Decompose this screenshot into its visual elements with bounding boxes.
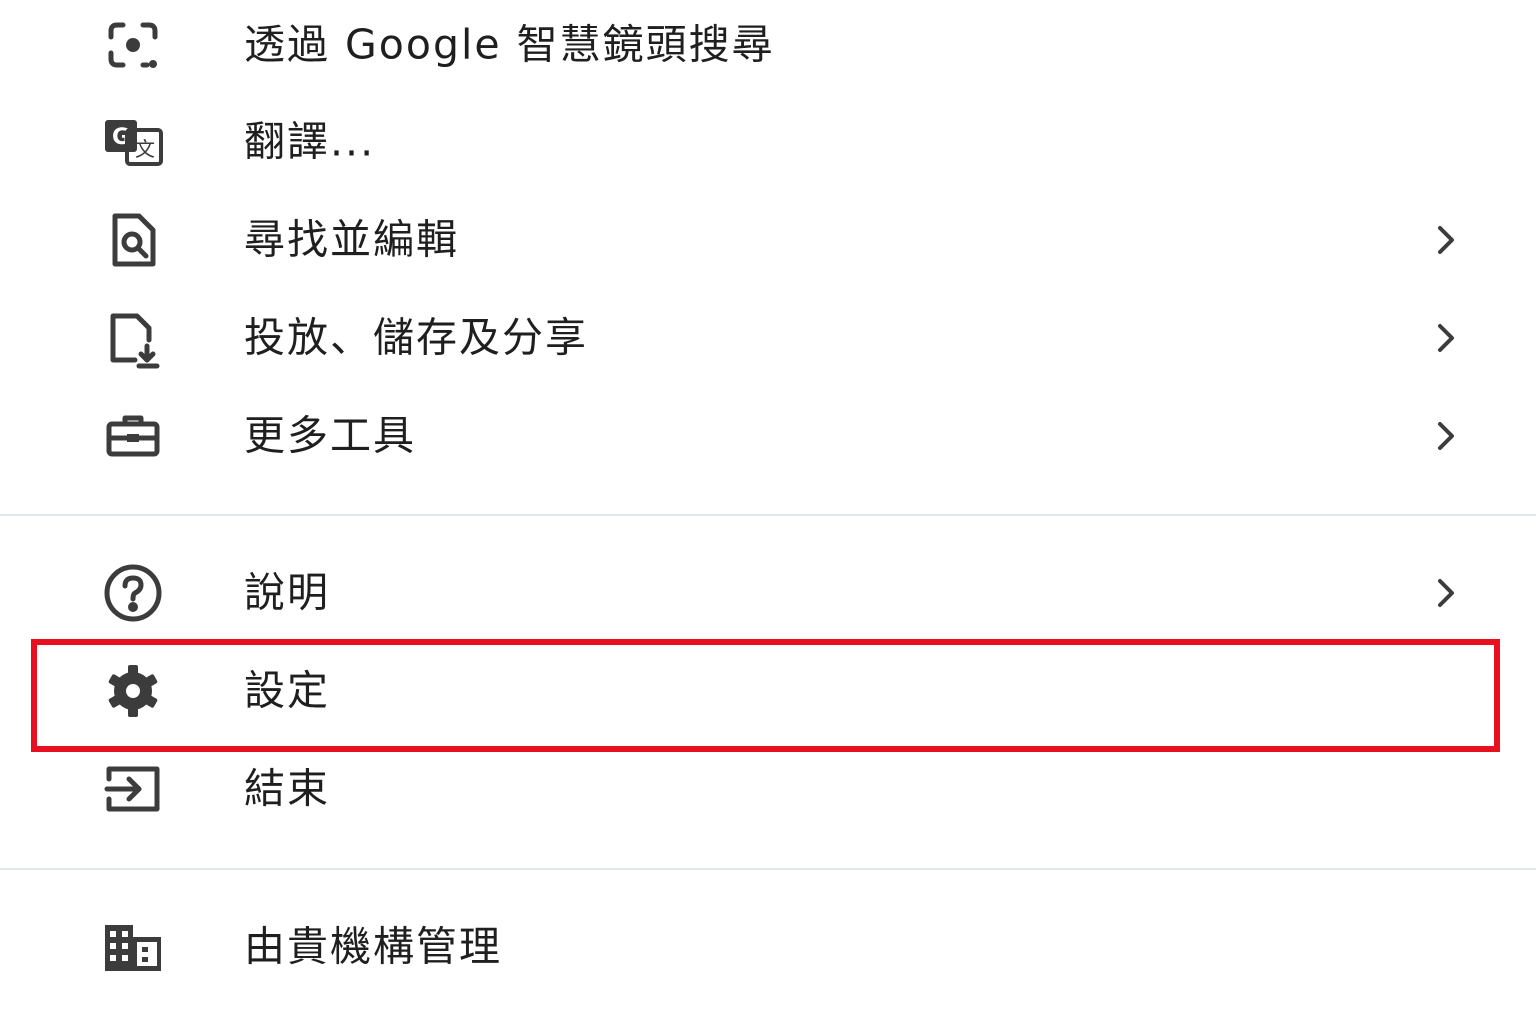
menu-divider: [0, 868, 1536, 870]
menu-item-google-lens[interactable]: 透過 Google 智慧鏡頭搜尋: [0, 0, 1536, 93]
translate-icon: G 文: [101, 110, 165, 174]
google-lens-icon: [101, 13, 165, 77]
menu-divider: [0, 514, 1536, 516]
save-download-icon: [101, 306, 165, 370]
find-in-page-icon: [101, 208, 165, 272]
building-icon: [101, 915, 165, 979]
menu-item-help[interactable]: 說明: [0, 545, 1536, 641]
menu-item-managed-by-organization[interactable]: 由貴機構管理: [0, 899, 1536, 995]
menu-item-label: 尋找並編輯: [244, 215, 459, 264]
menu-item-translate[interactable]: G 文 翻譯...: [0, 94, 1536, 190]
menu-item-label: 更多工具: [244, 411, 416, 460]
svg-text:文: 文: [135, 137, 155, 161]
menu-item-cast-save-share[interactable]: 投放、儲存及分享: [0, 290, 1536, 386]
menu-item-label: 翻譯...: [244, 117, 376, 166]
chevron-right-icon: [1426, 220, 1466, 260]
menu-item-label: 透過 Google 智慧鏡頭搜尋: [244, 20, 775, 69]
chrome-menu: 透過 Google 智慧鏡頭搜尋 G 文 翻譯... 尋找並編輯 投放、儲存及分…: [0, 0, 1536, 1024]
menu-item-more-tools[interactable]: 更多工具: [0, 388, 1536, 484]
menu-item-settings[interactable]: 設定: [0, 643, 1536, 739]
chevron-right-icon: [1426, 573, 1466, 613]
chevron-right-icon: [1426, 318, 1466, 358]
menu-item-label: 結束: [244, 764, 330, 813]
menu-item-exit[interactable]: 結束: [0, 741, 1536, 837]
menu-item-label: 由貴機構管理: [244, 922, 502, 971]
gear-icon: [101, 659, 165, 723]
chevron-right-icon: [1426, 416, 1466, 456]
menu-item-label: 說明: [244, 568, 330, 617]
help-icon: [101, 561, 165, 625]
toolbox-icon: [101, 404, 165, 468]
menu-item-label: 設定: [244, 666, 330, 715]
exit-icon: [101, 757, 165, 821]
menu-item-label: 投放、儲存及分享: [244, 313, 588, 362]
menu-item-find-and-edit[interactable]: 尋找並編輯: [0, 192, 1536, 288]
